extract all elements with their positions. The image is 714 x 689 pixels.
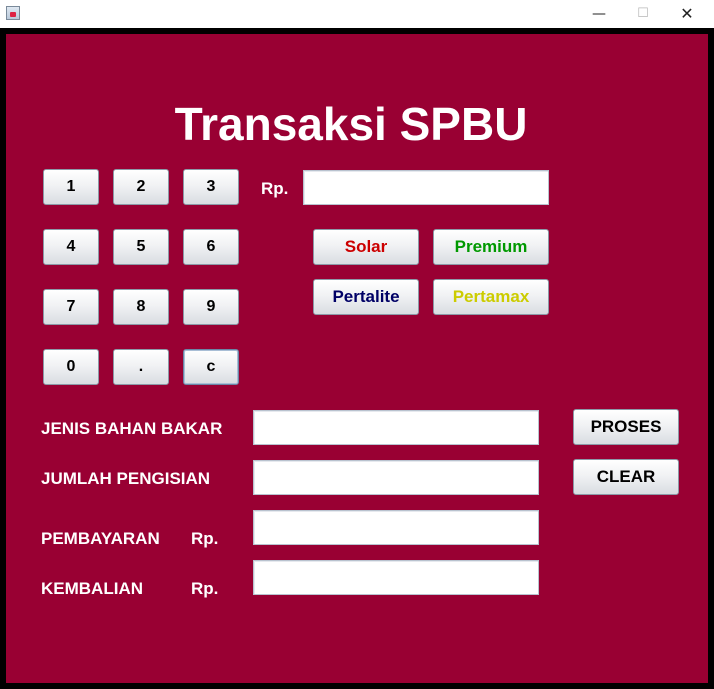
pertalite-button-label: Pertalite	[332, 287, 400, 306]
pembayaran-field[interactable]	[253, 510, 539, 545]
maximize-button[interactable]: ☐	[620, 0, 666, 28]
keypad-4-button[interactable]: 4	[43, 229, 99, 265]
minimize-button[interactable]: —	[576, 0, 622, 28]
solar-button-label: Solar	[344, 237, 388, 256]
pembayaran-label: PEMBAYARAN	[41, 529, 160, 548]
pertamax-button[interactable]: Pertamax	[433, 279, 549, 315]
proses-button[interactable]: PROSES	[573, 409, 679, 445]
close-button[interactable]: ✕	[664, 0, 710, 28]
kembalian-label: KEMBALIAN	[41, 579, 143, 598]
keypad-5-button[interactable]: 5	[113, 229, 169, 265]
keypad-dot-button[interactable]: .	[113, 349, 169, 385]
solar-button[interactable]: Solar	[313, 229, 419, 265]
amount-prefix-label: Rp.	[261, 179, 289, 198]
keypad-7-button[interactable]: 7	[43, 289, 99, 325]
keypad-3-button[interactable]: 3	[183, 169, 239, 205]
amount-input[interactable]	[303, 170, 549, 205]
page-title: Transaksi SPBU	[174, 98, 528, 150]
window-titlebar: — ☐ ✕	[0, 0, 714, 28]
jenis-bahan-bakar-label: JENIS BAHAN BAKAR	[41, 419, 223, 438]
java-app-icon	[6, 6, 20, 20]
keypad-clear-button[interactable]: c	[183, 349, 239, 385]
pembayaran-rp-label: Rp.	[191, 529, 219, 548]
pertamax-button-label: Pertamax	[452, 287, 530, 306]
clear-button[interactable]: CLEAR	[573, 459, 679, 495]
keypad-2-button[interactable]: 2	[113, 169, 169, 205]
premium-button[interactable]: Premium	[433, 229, 549, 265]
kembalian-field[interactable]	[253, 560, 539, 595]
keypad-6-button[interactable]: 6	[183, 229, 239, 265]
keypad-1-button[interactable]: 1	[43, 169, 99, 205]
keypad-9-button[interactable]: 9	[183, 289, 239, 325]
keypad-0-button[interactable]: 0	[43, 349, 99, 385]
jumlah-pengisian-field[interactable]	[253, 460, 539, 495]
kembalian-rp-label: Rp.	[191, 579, 219, 598]
pertalite-button[interactable]: Pertalite	[313, 279, 419, 315]
main-panel: Transaksi SPBU 1 2 3 4 5 6 7 8 9 0 . c R…	[6, 34, 708, 683]
jumlah-pengisian-label: JUMLAH PENGISIAN	[41, 469, 211, 488]
keypad-8-button[interactable]: 8	[113, 289, 169, 325]
jenis-bahan-bakar-field[interactable]	[253, 410, 539, 445]
premium-button-label: Premium	[454, 237, 528, 256]
